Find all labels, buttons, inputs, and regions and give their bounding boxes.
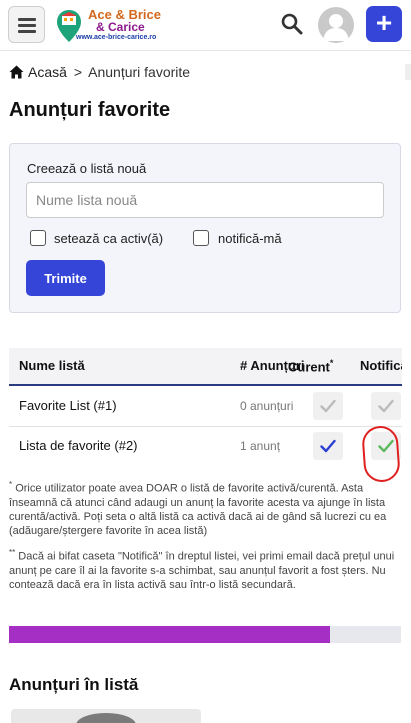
footnote-notify-text: Dacă ai bifat caseta "Notifică" în drept… <box>9 550 395 591</box>
footnote-current-text: Orice utilizator poate avea DOAR o listă… <box>9 482 387 537</box>
column-header-current: Curent* <box>288 358 333 374</box>
search-icon[interactable] <box>280 12 304 36</box>
set-current-toggle[interactable] <box>313 432 343 460</box>
user-icon <box>323 14 349 41</box>
submit-button[interactable]: Trimite <box>26 260 105 296</box>
new-list-label: Creează o listă nouă <box>27 161 147 176</box>
user-avatar[interactable] <box>318 7 354 43</box>
breadcrumb-current: Anunțuri favorite <box>88 64 191 80</box>
check-icon <box>378 399 394 413</box>
section-title-listings: Anunțuri în listă <box>9 675 139 694</box>
breadcrumb: Acasă > Anunțuri favorite <box>9 64 190 80</box>
set-active-label: setează ca activ(ă) <box>54 231 164 246</box>
menu-bar <box>18 30 36 33</box>
notify-me-label: notifică-mă <box>218 231 282 246</box>
progress-bar <box>9 626 401 643</box>
page-title: Anunțuri favorite <box>9 99 171 121</box>
menu-bar <box>18 18 36 21</box>
table-row: Favorite List (#1) 0 anunțuri <box>9 386 402 427</box>
logo-url: www.ace-brice-carice.ro <box>76 34 157 41</box>
check-icon <box>320 399 336 413</box>
column-header-name: Nume listă <box>19 358 85 373</box>
home-icon <box>9 65 24 79</box>
site-logo[interactable]: Ace & Brice & Carice www.ace-brice-caric… <box>56 7 171 45</box>
breadcrumb-home-link[interactable]: Acasă <box>28 64 67 80</box>
footnote-mark: ** <box>9 548 16 557</box>
current-header-footnote-mark: * <box>329 358 334 368</box>
new-list-form: Creează o listă nouă setează ca activ(ă)… <box>9 143 401 313</box>
annotation-circle <box>361 424 401 484</box>
table-header-row: Nume listă # Anunțuri Curent* Notifică <box>9 348 402 386</box>
list-name[interactable]: Favorite List (#1) <box>19 398 117 413</box>
favorite-lists-table: Nume listă # Anunțuri Curent* Notifică F… <box>9 348 402 465</box>
listing-image <box>11 709 201 723</box>
scroll-edge <box>405 64 411 80</box>
logo-text-line2: & Carice <box>96 20 145 34</box>
footnote-mark: * <box>9 480 13 489</box>
top-header: Ace & Brice & Carice www.ace-brice-caric… <box>0 0 411 51</box>
set-active-checkbox[interactable] <box>30 230 46 246</box>
footnote-current: * Orice utilizator poate avea DOAR o lis… <box>9 478 400 538</box>
current-header-text: Curent <box>288 359 330 375</box>
check-icon <box>320 439 336 453</box>
menu-bar <box>18 24 36 27</box>
list-count: 0 anunțuri <box>240 399 294 413</box>
table-row: Lista de favorite (#2) 1 anunț <box>9 426 402 465</box>
new-list-name-input[interactable] <box>26 182 384 218</box>
list-name[interactable]: Lista de favorite (#2) <box>19 438 138 453</box>
column-header-notify: Notifică <box>360 358 402 373</box>
breadcrumb-separator: > <box>73 64 82 80</box>
progress-fill <box>9 626 331 643</box>
footnote-notify: ** Dacă ai bifat caseta "Notifică" în dr… <box>9 546 400 592</box>
notify-me-checkbox[interactable] <box>193 230 209 246</box>
listing-thumbnail[interactable] <box>11 709 201 723</box>
hamburger-menu-button[interactable] <box>8 6 45 43</box>
list-count: 1 anunț <box>240 439 281 453</box>
set-current-toggle[interactable] <box>313 392 343 420</box>
add-listing-button[interactable]: + <box>366 6 402 42</box>
notify-toggle[interactable] <box>371 392 401 420</box>
